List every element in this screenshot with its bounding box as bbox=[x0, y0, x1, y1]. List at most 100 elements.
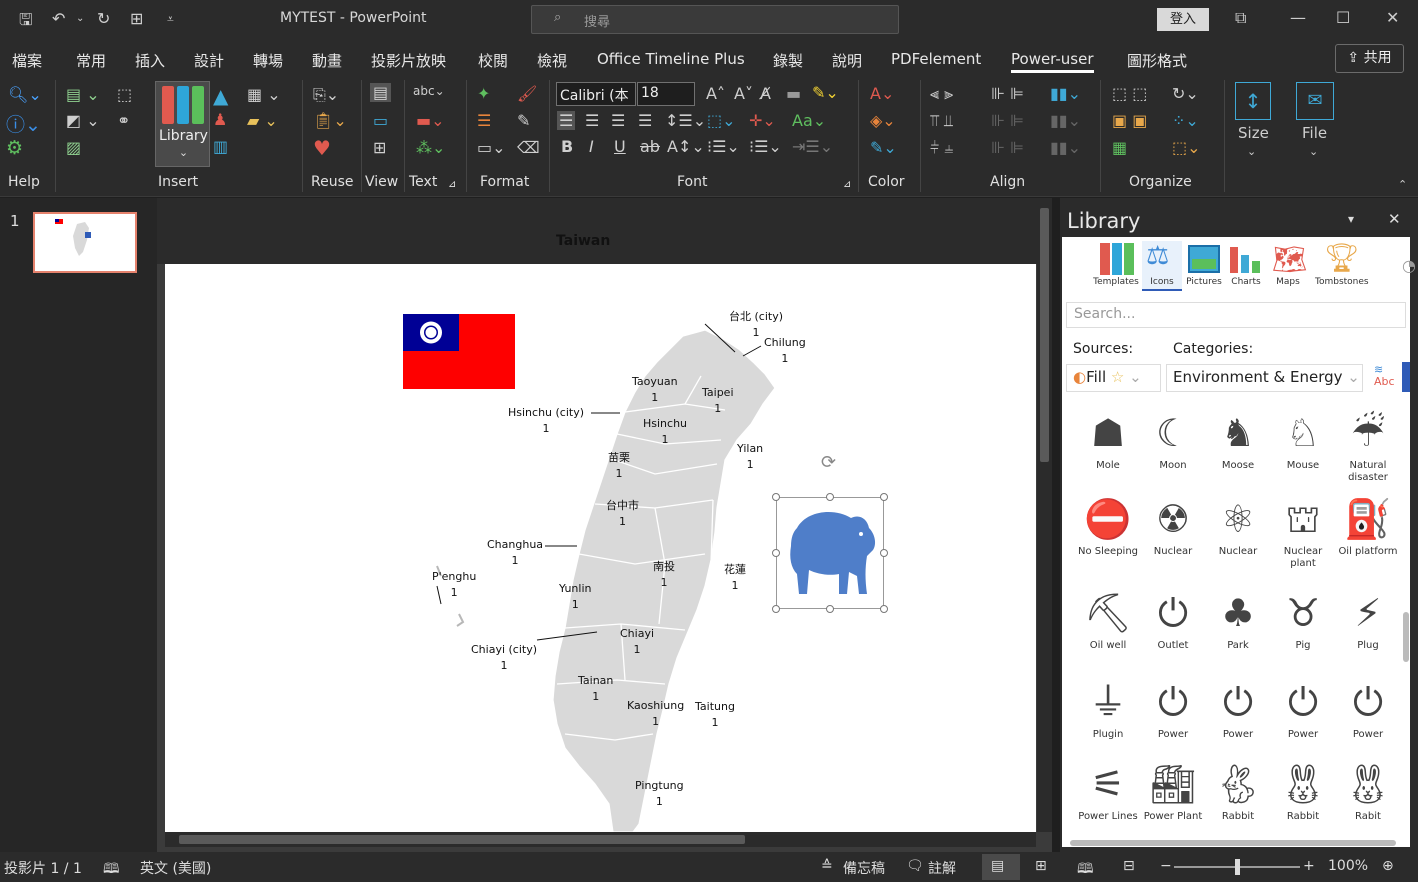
translate-icon[interactable]: ⁂⌄ bbox=[416, 138, 445, 157]
vertical-scrollbar[interactable] bbox=[1037, 198, 1052, 832]
match-size-icon[interactable]: ⊪ ⊫ bbox=[991, 138, 1024, 157]
text-direction-icon[interactable]: A↕⌄ bbox=[667, 137, 705, 156]
tab-review[interactable]: 校閱 bbox=[478, 50, 508, 71]
underline-icon[interactable]: U bbox=[614, 137, 626, 156]
tab-shape-format[interactable]: 圖形格式 bbox=[1127, 50, 1187, 71]
group-objects-icon[interactable]: ⬚ ⬚ bbox=[1112, 84, 1147, 103]
fit-to-window-icon[interactable]: ⊕ bbox=[1382, 858, 1394, 874]
library-icon-item[interactable]: ⚛ Nuclear bbox=[1206, 494, 1270, 558]
library-icon-item[interactable]: ⚟ Power Lines bbox=[1076, 759, 1140, 823]
line-color-icon[interactable]: ✎⌄ bbox=[870, 138, 897, 157]
insert-shape-icon[interactable]: ◩ ⌄ bbox=[66, 111, 100, 130]
file-label[interactable]: File bbox=[1302, 124, 1327, 142]
redo-icon[interactable]: ↻ bbox=[97, 9, 110, 28]
reuse-copy-icon[interactable]: ⎘⌄ bbox=[313, 85, 339, 105]
arrange-grid-icon[interactable]: ▦ bbox=[1112, 138, 1127, 157]
save-icon[interactable]: 🖫 bbox=[19, 9, 33, 36]
taiwan-map[interactable] bbox=[165, 264, 1036, 832]
insert-map-icon[interactable]: ♟ bbox=[213, 110, 227, 129]
distribute-horizontal-icon[interactable]: ⊪ ⊫ bbox=[991, 84, 1024, 103]
library-icon-item[interactable]: ⏻ Power bbox=[1141, 677, 1205, 741]
rotate-icon[interactable]: ↻⌄ bbox=[1172, 84, 1199, 103]
align-group-icon[interactable]: ▮▮⌄ bbox=[1050, 84, 1081, 103]
library-icon-item[interactable]: ♘ Mouse bbox=[1271, 408, 1335, 472]
pane-close-icon[interactable]: ✕ bbox=[1388, 210, 1401, 228]
tab-templates[interactable]: Templates bbox=[1092, 241, 1140, 291]
slide-canvas[interactable]: 台北 (city) 1 Chilung 1 Taoyuan 1 Taipei 1 Hsi… bbox=[165, 264, 1036, 832]
search-input[interactable]: ⌕ 搜尋 bbox=[531, 5, 899, 34]
notes-button[interactable]: 備忘稿 bbox=[843, 858, 885, 878]
categories-select[interactable]: Environment & Energy ⌄ bbox=[1166, 364, 1363, 392]
tab-insert[interactable]: 插入 bbox=[135, 50, 165, 71]
library-icon-item[interactable]: ⚡ Plug bbox=[1336, 588, 1400, 652]
highlight-box-icon[interactable]: ▬ bbox=[786, 84, 801, 103]
distribute-vertical-icon[interactable]: ⊪ ⊫ bbox=[991, 111, 1024, 130]
insert-bar-icon[interactable]: ▥ bbox=[213, 137, 228, 156]
settings-gear-icon[interactable]: ⚙ bbox=[6, 137, 23, 159]
comments-icon[interactable]: 🗨︎ bbox=[906, 858, 924, 874]
reuse-paste-icon[interactable]: 📋︎⌄ bbox=[313, 111, 347, 130]
tab-tombstones[interactable]: 🏆︎ Tombstones bbox=[1312, 241, 1369, 291]
select-pane-icon[interactable]: ⬚⌄ bbox=[1172, 138, 1201, 157]
tab-transitions[interactable]: 轉場 bbox=[253, 50, 283, 71]
view-normal-icon[interactable]: ▤ bbox=[370, 83, 392, 102]
insert-picture-icon[interactable]: ⬚ bbox=[117, 85, 132, 104]
library-scroll-thumb[interactable] bbox=[1403, 612, 1409, 662]
ribbon-display-icon[interactable]: ⧉ bbox=[1235, 8, 1246, 28]
highlight-color-icon[interactable]: ✎⌄ bbox=[812, 83, 839, 102]
reading-view-icon[interactable]: 🕮︎ bbox=[1077, 858, 1094, 882]
tab-help[interactable]: 說明 bbox=[832, 50, 862, 71]
tab-icons[interactable]: ⚖ Icons bbox=[1142, 241, 1182, 291]
file-envelope-icon[interactable]: ✉ bbox=[1296, 82, 1334, 120]
format-brush-icon[interactable]: ✎ bbox=[517, 111, 530, 130]
format-clear-icon[interactable]: ⌫ bbox=[517, 138, 540, 157]
library-icon-item[interactable]: ⛏ Oil well bbox=[1076, 588, 1140, 652]
library-icon-item[interactable]: ⛫ Nuclear plant bbox=[1271, 494, 1335, 570]
autofit-icon[interactable]: ✛⌄ bbox=[749, 111, 776, 130]
tab-pictures[interactable]: Pictures bbox=[1184, 241, 1224, 291]
fill-color-icon[interactable]: ◈⌄ bbox=[870, 111, 896, 130]
signin-button[interactable]: 登入 bbox=[1157, 8, 1209, 31]
resize-handle[interactable] bbox=[826, 493, 834, 501]
align-right-icon[interactable]: ☰ bbox=[611, 111, 625, 130]
font-name-select[interactable]: Calibri (本 bbox=[556, 82, 636, 106]
collapse-ribbon-icon[interactable]: ⌃ bbox=[1398, 178, 1407, 191]
more-tabs-icon[interactable]: ◔ bbox=[1402, 256, 1416, 275]
tab-charts[interactable]: Charts bbox=[1226, 241, 1266, 291]
library-icon-item[interactable]: ♣ Park bbox=[1206, 588, 1270, 652]
library-icon-item[interactable]: ☗ Mole bbox=[1076, 408, 1140, 472]
bold-icon[interactable]: B bbox=[561, 137, 573, 156]
tab-pdfelement[interactable]: PDFelement bbox=[891, 50, 981, 68]
layout-icon[interactable]: ⁘⌄ bbox=[1172, 111, 1199, 130]
text-color-aa-icon[interactable]: Aa⌄ bbox=[792, 111, 826, 130]
tab-office-timeline[interactable]: Office Timeline Plus bbox=[597, 50, 745, 68]
view-slide-icon[interactable]: ▭ bbox=[373, 111, 388, 130]
size-icon[interactable]: ↕ bbox=[1235, 82, 1271, 120]
maximize-icon[interactable]: ☐ bbox=[1336, 8, 1350, 27]
tab-design[interactable]: 設計 bbox=[194, 50, 224, 71]
insert-chart-icon[interactable]: ▲ bbox=[213, 84, 228, 108]
language-indicator[interactable]: 英文 (美國) bbox=[140, 858, 211, 878]
library-icon-item[interactable]: 🐰︎ Rabbit bbox=[1271, 759, 1335, 823]
library-button[interactable]: Library ⌄ bbox=[155, 81, 210, 167]
horizontal-scrollbar[interactable] bbox=[165, 832, 1036, 847]
library-search-input[interactable]: Search... bbox=[1066, 302, 1406, 328]
bullets-icon[interactable]: ⁝☰⌄ bbox=[707, 137, 740, 156]
tab-view[interactable]: 檢視 bbox=[537, 50, 567, 71]
customize-qat-icon[interactable]: ⩡ bbox=[167, 12, 174, 27]
scroll-thumb[interactable] bbox=[179, 835, 745, 844]
tab-file[interactable]: 檔案 bbox=[12, 50, 42, 71]
comments-button[interactable]: 註解 bbox=[928, 858, 956, 878]
text-box-icon[interactable]: ⬚⌄ bbox=[707, 111, 736, 130]
resize-handle[interactable] bbox=[772, 493, 780, 501]
info-icon[interactable]: ⓘ⌄ bbox=[6, 110, 41, 137]
undo-dropdown-icon[interactable]: ⌄ bbox=[76, 13, 84, 24]
clear-formatting-icon[interactable]: A̸ bbox=[760, 84, 771, 103]
library-icon-item[interactable]: ⏚ Plugin bbox=[1076, 677, 1140, 741]
size-label[interactable]: Size bbox=[1238, 124, 1269, 142]
align-center-icon[interactable]: ☰ bbox=[585, 111, 599, 130]
library-icon-item[interactable]: ⏻ Power bbox=[1271, 677, 1335, 741]
library-icon-item[interactable]: ♞ Moose bbox=[1206, 408, 1270, 472]
library-icon-item[interactable]: ⛔ No Sleeping bbox=[1076, 494, 1140, 558]
align-top-objects-icon[interactable]: ⫪ ⫫ bbox=[930, 111, 953, 131]
